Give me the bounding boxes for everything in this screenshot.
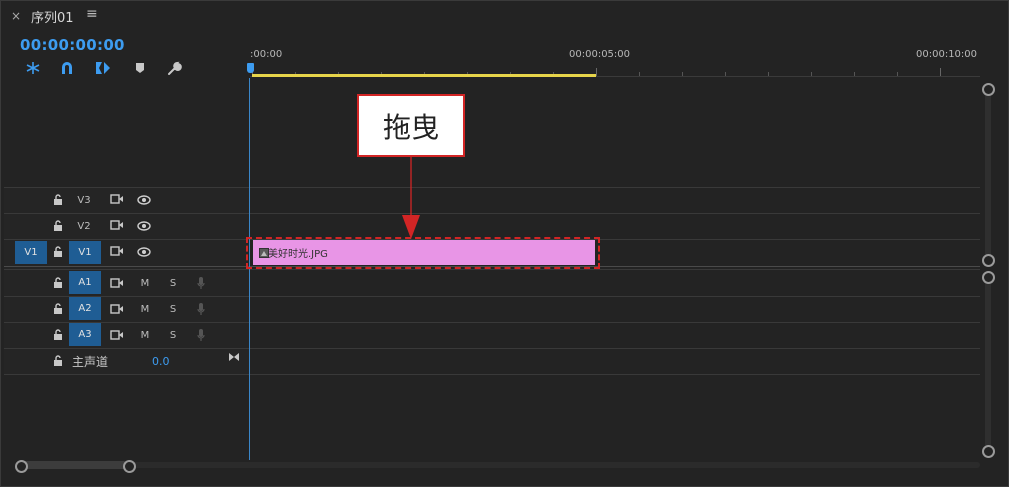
lock-icon[interactable] [53, 329, 63, 340]
drag-callout: 拖曳 [357, 94, 465, 157]
ruler-tick [596, 68, 597, 76]
track-label-v2[interactable]: V2 [74, 221, 94, 232]
ruler-tick [940, 68, 941, 76]
scroll-handle-bottom[interactable] [982, 445, 995, 458]
master-track-label: 主声道 [72, 355, 109, 369]
audio-vertical-scrollbar[interactable] [985, 272, 991, 455]
panel-menu-icon[interactable]: ≡ [86, 6, 98, 22]
callout-arrow-icon [402, 155, 420, 239]
ruler-label-0: :00:00 [250, 49, 283, 60]
scroll-handle-top[interactable] [982, 271, 995, 284]
track-label-v1[interactable]: V1 [69, 241, 101, 264]
close-tab-button[interactable]: × [11, 9, 21, 23]
eye-icon[interactable] [137, 195, 151, 205]
linked-selection-icon[interactable] [94, 60, 112, 76]
ruler-label-5s: 00:00:05:00 [569, 49, 631, 60]
sequence-tab-title[interactable]: 序列01 [31, 7, 74, 26]
track-divider [4, 269, 980, 270]
eye-icon[interactable] [137, 247, 151, 257]
microphone-icon[interactable] [197, 328, 205, 342]
eye-icon[interactable] [137, 221, 151, 231]
track-divider [4, 348, 980, 349]
mute-button-a2[interactable]: M [139, 304, 151, 315]
track-divider [4, 374, 980, 375]
solo-button-a1[interactable]: S [167, 278, 179, 289]
drag-highlight-box [246, 237, 600, 269]
lock-icon[interactable] [53, 355, 63, 366]
ruler-label-10s: 00:00:10:00 [916, 49, 978, 60]
zoom-handle-left[interactable] [15, 460, 28, 473]
lock-icon[interactable] [53, 220, 63, 231]
lock-icon[interactable] [53, 277, 63, 288]
track-label-a3[interactable]: A3 [69, 323, 101, 346]
scroll-handle-top[interactable] [982, 83, 995, 96]
microphone-icon[interactable] [197, 302, 205, 316]
track-divider [4, 187, 980, 188]
master-volume-value[interactable]: 0.0 [152, 355, 170, 368]
ruler-tick [682, 72, 683, 76]
scroll-handle-bottom[interactable] [982, 254, 995, 267]
lock-icon[interactable] [53, 303, 63, 314]
track-divider [4, 322, 980, 323]
lock-icon[interactable] [53, 194, 63, 205]
track-divider [4, 213, 980, 214]
solo-button-a3[interactable]: S [167, 330, 179, 341]
ruler-tick [725, 72, 726, 76]
mute-button-a3[interactable]: M [139, 330, 151, 341]
sync-lock-icon[interactable] [110, 330, 124, 340]
track-label-a2[interactable]: A2 [69, 297, 101, 320]
magnet-snap-icon[interactable] [58, 60, 76, 76]
track-divider [4, 296, 980, 297]
sync-lock-icon[interactable] [110, 220, 124, 230]
solo-button-a2[interactable]: S [167, 304, 179, 315]
ruler-tick [811, 72, 812, 76]
zoom-handle-right[interactable] [123, 460, 136, 473]
sync-lock-icon[interactable] [110, 194, 124, 204]
playhead-timecode[interactable]: 00:00:00:00 [20, 36, 125, 54]
track-header-area [4, 187, 250, 375]
mute-button-a1[interactable]: M [139, 278, 151, 289]
sync-lock-icon[interactable] [110, 278, 124, 288]
ruler-tick [897, 72, 898, 76]
wrench-settings-icon[interactable] [165, 60, 183, 76]
sync-lock-icon[interactable] [110, 304, 124, 314]
track-label-a1[interactable]: A1 [69, 271, 101, 294]
add-marker-icon[interactable] [131, 60, 149, 76]
horizontal-scroll-thumb[interactable] [20, 461, 128, 469]
video-vertical-scrollbar[interactable] [985, 84, 991, 262]
lock-icon[interactable] [53, 246, 63, 257]
ruler-tick [854, 72, 855, 76]
work-area-bar[interactable] [252, 74, 596, 77]
track-label-v3[interactable]: V3 [74, 195, 94, 206]
ruler-tick [639, 72, 640, 76]
go-to-edit-point-icon[interactable] [228, 352, 240, 362]
microphone-icon[interactable] [197, 276, 205, 290]
playhead-handle[interactable] [247, 63, 254, 73]
horizontal-scrollbar[interactable] [20, 462, 980, 468]
sync-lock-icon[interactable] [110, 246, 124, 256]
ruler-tick [768, 72, 769, 76]
source-patch-v1[interactable]: V1 [15, 241, 47, 264]
playhead-line[interactable] [249, 78, 250, 460]
snap-nest-icon[interactable] [24, 60, 42, 76]
